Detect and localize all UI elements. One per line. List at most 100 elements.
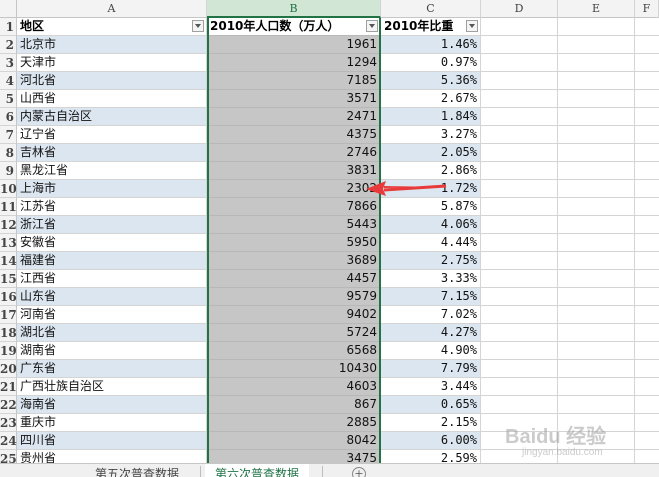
row-header[interactable]: 14 xyxy=(0,252,17,270)
population-cell[interactable]: 1961 xyxy=(207,36,381,54)
row-header[interactable]: 22 xyxy=(0,396,17,414)
population-cell[interactable]: 2302 xyxy=(207,180,381,198)
empty-cell[interactable] xyxy=(635,72,659,90)
share-cell[interactable]: 4.90% xyxy=(381,342,481,360)
empty-cell[interactable] xyxy=(481,324,558,342)
share-cell[interactable]: 2.86% xyxy=(381,162,481,180)
share-cell[interactable]: 4.27% xyxy=(381,324,481,342)
empty-cell[interactable] xyxy=(635,252,659,270)
empty-cell[interactable] xyxy=(481,360,558,378)
population-cell[interactable]: 5950 xyxy=(207,234,381,252)
empty-cell[interactable] xyxy=(635,36,659,54)
region-cell[interactable]: 江苏省 xyxy=(17,198,207,216)
row-header[interactable]: 7 xyxy=(0,126,17,144)
population-cell[interactable]: 3689 xyxy=(207,252,381,270)
empty-cell[interactable] xyxy=(558,162,635,180)
share-cell[interactable]: 3.44% xyxy=(381,378,481,396)
empty-cell[interactable] xyxy=(558,54,635,72)
population-cell[interactable]: 9402 xyxy=(207,306,381,324)
empty-cell[interactable] xyxy=(635,342,659,360)
region-cell[interactable]: 湖南省 xyxy=(17,342,207,360)
row-header[interactable]: 24 xyxy=(0,432,17,450)
empty-cell[interactable] xyxy=(558,36,635,54)
row-header[interactable]: 18 xyxy=(0,324,17,342)
header-cell-population[interactable]: 2010年人口数（万人） xyxy=(207,18,381,36)
empty-cell[interactable] xyxy=(481,108,558,126)
empty-cell[interactable] xyxy=(558,90,635,108)
empty-cell[interactable] xyxy=(481,162,558,180)
population-cell[interactable]: 8042 xyxy=(207,432,381,450)
empty-cell[interactable] xyxy=(635,162,659,180)
empty-cell[interactable] xyxy=(481,36,558,54)
population-cell[interactable]: 6568 xyxy=(207,342,381,360)
filter-dropdown-icon[interactable] xyxy=(366,20,378,32)
row-header[interactable]: 17 xyxy=(0,306,17,324)
empty-cell[interactable] xyxy=(481,234,558,252)
empty-cell[interactable] xyxy=(635,90,659,108)
empty-cell[interactable] xyxy=(558,360,635,378)
empty-cell[interactable] xyxy=(558,198,635,216)
share-cell[interactable]: 7.02% xyxy=(381,306,481,324)
empty-cell[interactable] xyxy=(481,180,558,198)
empty-cell[interactable] xyxy=(558,72,635,90)
row-header[interactable]: 21 xyxy=(0,378,17,396)
empty-cell[interactable] xyxy=(558,306,635,324)
spreadsheet-grid[interactable]: A B C D E F 1 地区 2010年人口数（万人） 2010年比重 2北… xyxy=(0,0,659,476)
region-cell[interactable]: 广西壮族自治区 xyxy=(17,378,207,396)
population-cell[interactable]: 4457 xyxy=(207,270,381,288)
column-header-a[interactable]: A xyxy=(17,0,207,18)
empty-cell[interactable] xyxy=(558,252,635,270)
row-header[interactable]: 10 xyxy=(0,180,17,198)
region-cell[interactable]: 重庆市 xyxy=(17,414,207,432)
sheet-tab-census6[interactable]: 第六次普查数据 xyxy=(205,464,310,477)
empty-cell[interactable] xyxy=(558,378,635,396)
empty-cell[interactable] xyxy=(635,288,659,306)
empty-cell[interactable] xyxy=(635,126,659,144)
empty-cell[interactable] xyxy=(481,306,558,324)
population-cell[interactable]: 2746 xyxy=(207,144,381,162)
share-cell[interactable]: 1.46% xyxy=(381,36,481,54)
empty-cell[interactable] xyxy=(635,378,659,396)
region-cell[interactable]: 河北省 xyxy=(17,72,207,90)
empty-cell[interactable] xyxy=(481,288,558,306)
row-header[interactable]: 16 xyxy=(0,288,17,306)
empty-cell[interactable] xyxy=(635,18,659,36)
row-header[interactable]: 19 xyxy=(0,342,17,360)
region-cell[interactable]: 福建省 xyxy=(17,252,207,270)
empty-cell[interactable] xyxy=(558,396,635,414)
share-cell[interactable]: 3.27% xyxy=(381,126,481,144)
filter-dropdown-icon[interactable] xyxy=(192,20,204,32)
empty-cell[interactable] xyxy=(635,108,659,126)
row-header[interactable]: 2 xyxy=(0,36,17,54)
share-cell[interactable]: 4.06% xyxy=(381,216,481,234)
share-cell[interactable]: 3.33% xyxy=(381,270,481,288)
empty-cell[interactable] xyxy=(635,414,659,432)
share-cell[interactable]: 5.36% xyxy=(381,72,481,90)
region-cell[interactable]: 海南省 xyxy=(17,396,207,414)
region-cell[interactable]: 广东省 xyxy=(17,360,207,378)
region-cell[interactable]: 湖北省 xyxy=(17,324,207,342)
row-header[interactable]: 5 xyxy=(0,90,17,108)
population-cell[interactable]: 5443 xyxy=(207,216,381,234)
sheet-tab-census5[interactable]: 第五次普查数据 xyxy=(85,464,189,477)
region-cell[interactable]: 吉林省 xyxy=(17,144,207,162)
empty-cell[interactable] xyxy=(635,54,659,72)
region-cell[interactable]: 山西省 xyxy=(17,90,207,108)
population-cell[interactable]: 7866 xyxy=(207,198,381,216)
empty-cell[interactable] xyxy=(481,216,558,234)
header-cell-share[interactable]: 2010年比重 xyxy=(381,18,481,36)
row-header[interactable]: 6 xyxy=(0,108,17,126)
empty-cell[interactable] xyxy=(558,216,635,234)
share-cell[interactable]: 5.87% xyxy=(381,198,481,216)
population-cell[interactable]: 9579 xyxy=(207,288,381,306)
row-header[interactable]: 23 xyxy=(0,414,17,432)
region-cell[interactable]: 黑龙江省 xyxy=(17,162,207,180)
population-cell[interactable]: 1294 xyxy=(207,54,381,72)
empty-cell[interactable] xyxy=(635,306,659,324)
share-cell[interactable]: 0.65% xyxy=(381,396,481,414)
empty-cell[interactable] xyxy=(558,324,635,342)
population-cell[interactable]: 7185 xyxy=(207,72,381,90)
empty-cell[interactable] xyxy=(481,378,558,396)
population-cell[interactable]: 4375 xyxy=(207,126,381,144)
empty-cell[interactable] xyxy=(635,144,659,162)
